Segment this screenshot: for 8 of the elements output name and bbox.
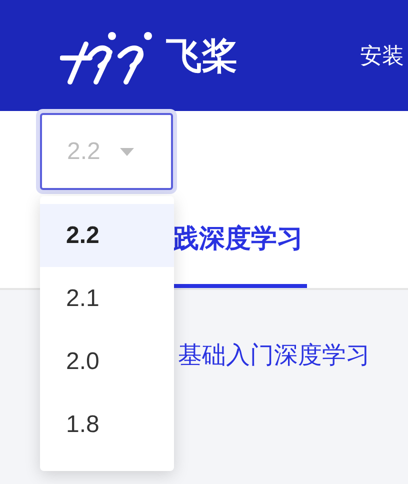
version-option[interactable]: 1.8 (40, 393, 174, 456)
version-option[interactable]: 2.0 (40, 330, 174, 393)
caret-icon (120, 148, 134, 156)
course-link[interactable]: 基础入门深度学习 (178, 342, 370, 369)
version-option[interactable]: 2.1 (40, 267, 174, 330)
logo-text: 飞桨 (166, 38, 238, 74)
nav-link[interactable]: 安装 (360, 39, 404, 72)
version-option[interactable]: 2.2 (40, 204, 174, 267)
